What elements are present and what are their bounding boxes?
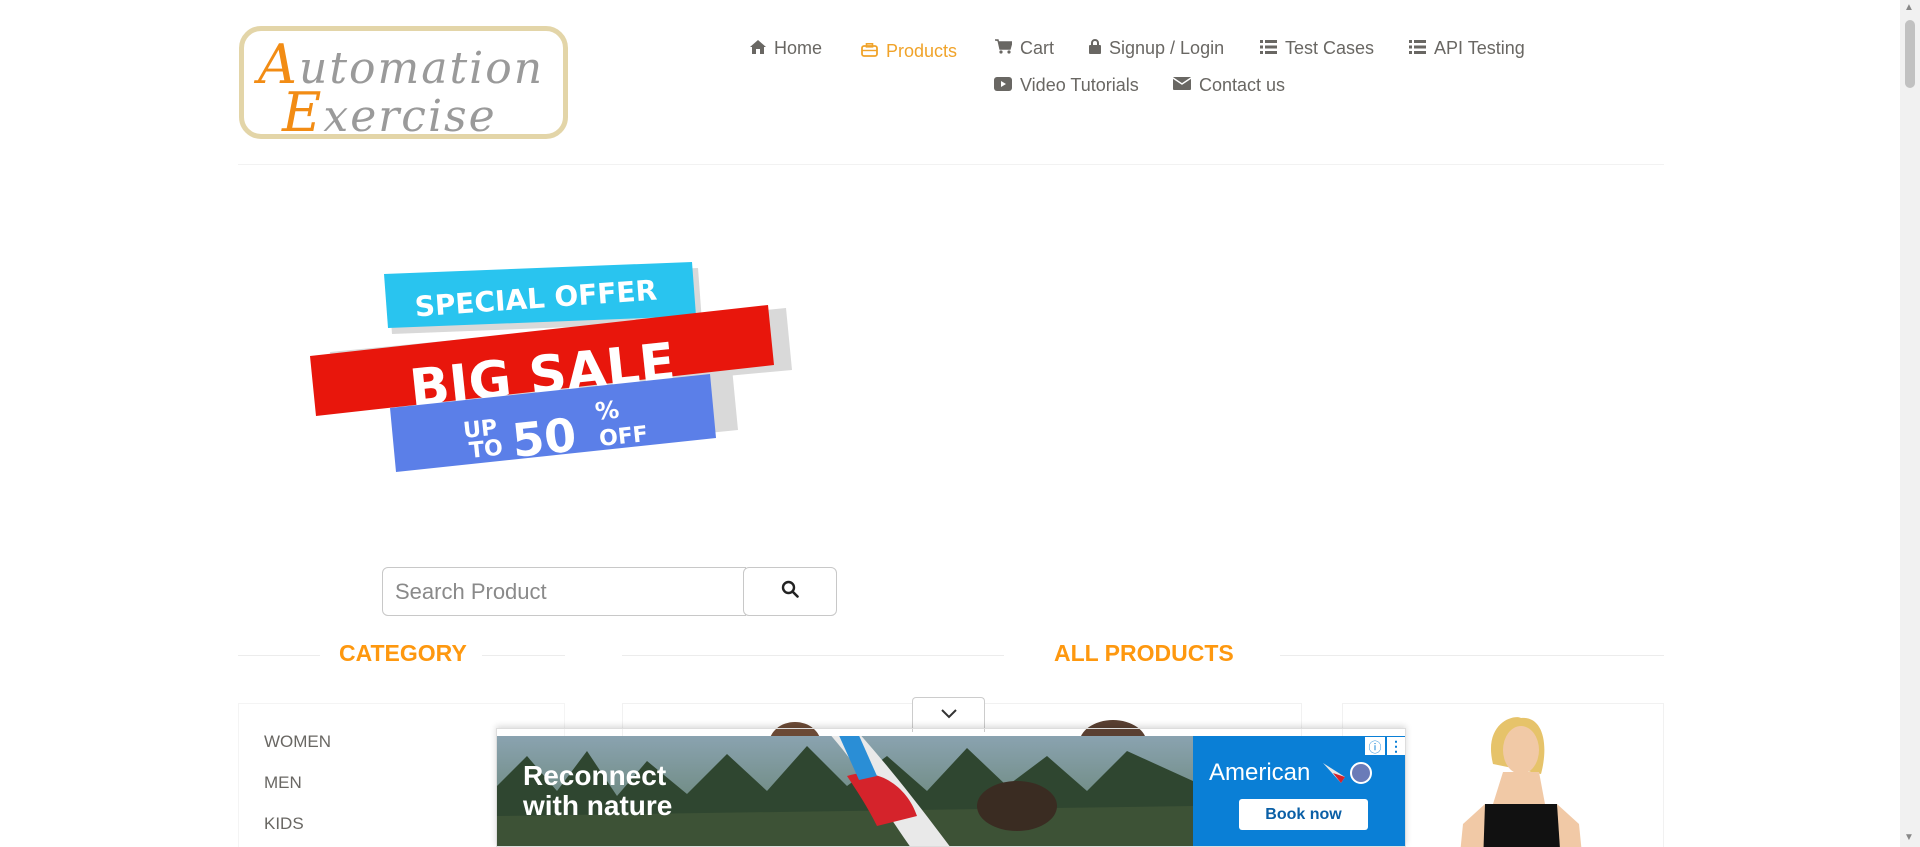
ad-collapse-button[interactable] [912, 697, 985, 732]
banner-percent: % [594, 396, 621, 426]
youtube-play-icon [994, 76, 1012, 95]
logo-rest-2: xercise [323, 91, 497, 139]
home-icon [750, 39, 766, 58]
sale-banner: SPECIAL OFFER BIG SALE UP TO 50 % OFF [300, 260, 810, 500]
nav-contact-us-label: Contact us [1199, 75, 1286, 95]
products-rule-right [1280, 655, 1664, 656]
info-icon[interactable]: ⓘ [1365, 737, 1385, 755]
kebab-menu-icon[interactable]: ⋮ [1387, 737, 1405, 755]
nav-products-label: Products [886, 41, 958, 61]
products-rule-left [622, 655, 1004, 656]
search-product-input[interactable] [382, 567, 746, 616]
airline-logo-icon [1319, 759, 1375, 796]
ad-headline-line1: Reconnect [523, 760, 667, 791]
ad-headline: Reconnect with nature [523, 761, 672, 821]
nav-api-testing-label: API Testing [1434, 38, 1525, 58]
scroll-up-arrow-icon[interactable]: ▲ [1904, 2, 1914, 13]
lock-icon [1089, 39, 1101, 58]
scrollbar-thumb[interactable] [1905, 20, 1915, 88]
cart-icon [995, 39, 1013, 58]
category-rule-left [238, 655, 320, 656]
ad-book-now-button[interactable]: Book now [1239, 799, 1368, 830]
nav-video-tutorials[interactable]: Video Tutorials [994, 75, 1139, 96]
briefcase-icon [861, 42, 878, 61]
nav-contact-us[interactable]: Contact us [1172, 75, 1286, 96]
page-scrollbar[interactable] [1900, 0, 1920, 847]
nav-video-tutorials-label: Video Tutorials [1020, 75, 1139, 95]
list-icon [1409, 39, 1426, 58]
logo-text-line2: Exercise [282, 81, 497, 139]
search-button[interactable] [743, 567, 837, 616]
nav-test-cases-label: Test Cases [1285, 38, 1375, 58]
nav-api-testing[interactable]: API Testing [1409, 38, 1525, 59]
banner-value: 50 [510, 408, 579, 468]
envelope-icon [1172, 77, 1192, 94]
search-icon [781, 580, 799, 603]
category-kids[interactable]: KIDS [264, 814, 304, 834]
all-products-title: ALL PRODUCTS [1054, 640, 1234, 666]
ad-headline-line2: with nature [523, 790, 673, 821]
category-title: CATEGORY [339, 640, 467, 666]
nav-home-label: Home [774, 38, 823, 58]
ad-brand-name: American [1209, 759, 1311, 786]
nav-signup-login[interactable]: Signup / Login [1089, 38, 1224, 59]
nav-products[interactable]: Products [861, 41, 957, 62]
list-icon [1260, 39, 1277, 58]
advertisement-banner[interactable]: Reconnect with nature American Book now … [496, 728, 1406, 847]
banner-to: TO [468, 436, 504, 464]
nav-cart[interactable]: Cart [995, 38, 1054, 59]
nav-cart-label: Cart [1020, 38, 1055, 58]
site-logo[interactable]: Automation Exercise [239, 26, 568, 139]
category-men[interactable]: MEN [264, 773, 302, 793]
header-divider [238, 164, 1664, 165]
nav-home[interactable]: Home [750, 38, 822, 59]
chevron-down-icon [940, 706, 958, 724]
nav-signup-login-label: Signup / Login [1109, 38, 1225, 58]
nav-test-cases[interactable]: Test Cases [1260, 38, 1374, 59]
category-rule-right [482, 655, 565, 656]
category-women[interactable]: WOMEN [264, 732, 331, 752]
banner-off: OFF [598, 422, 649, 452]
scroll-down-arrow-icon[interactable]: ▼ [1904, 832, 1914, 843]
